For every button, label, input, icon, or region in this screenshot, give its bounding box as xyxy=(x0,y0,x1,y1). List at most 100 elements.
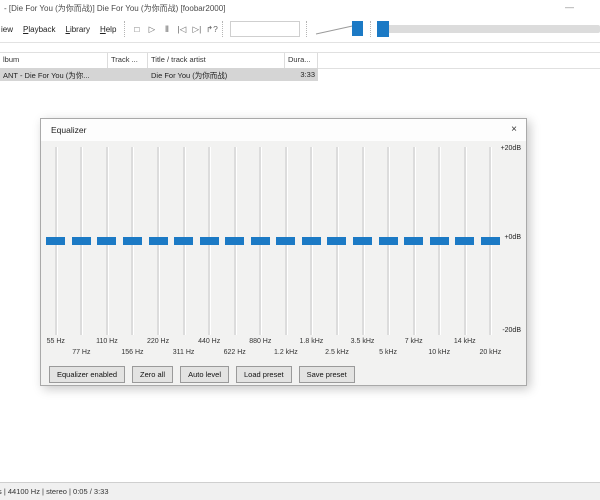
eq-band-label: 10 kHz xyxy=(428,349,450,356)
toolbar-grip xyxy=(222,21,224,37)
equalizer-enabled-button[interactable]: Equalizer enabled xyxy=(49,366,125,383)
close-icon[interactable]: × xyxy=(511,124,517,135)
eq-band-label: 156 Hz xyxy=(121,349,143,356)
eq-slider-10-khz[interactable]: 10 kHz xyxy=(426,147,452,335)
random-button[interactable]: ↱? xyxy=(204,22,219,37)
seekbar-track[interactable] xyxy=(387,25,600,33)
eq-slider-handle[interactable] xyxy=(72,237,91,245)
eq-slider-1-2-khz[interactable]: 1.2 kHz xyxy=(273,147,299,335)
eq-slider-622-hz[interactable]: 622 Hz xyxy=(222,147,248,335)
equalizer-dialog: Equalizer × 55 Hz77 Hz110 Hz156 Hz220 Hz… xyxy=(40,118,527,386)
eq-slider-handle[interactable] xyxy=(174,237,193,245)
eq-slider-handle[interactable] xyxy=(46,237,65,245)
eq-slider-1-8-khz[interactable]: 1.8 kHz xyxy=(299,147,325,335)
playlist-row-selected[interactable]: ANT - Die For You (为你... Die For You (为你而… xyxy=(0,68,318,81)
toolbar-grip xyxy=(124,21,126,37)
eq-slider-handle[interactable] xyxy=(97,237,116,245)
volume-slider[interactable] xyxy=(313,20,367,38)
volume-slider-handle[interactable] xyxy=(352,21,363,36)
menu-bar: iewPlaybackLibraryHelp xyxy=(0,22,121,37)
column-header-dura[interactable]: Dura... xyxy=(285,53,318,68)
window-title: - [Die For You (为你而战)] Die For You (为你而战… xyxy=(4,3,225,14)
eq-slider-handle[interactable] xyxy=(200,237,219,245)
eq-slider-2-5-khz[interactable]: 2.5 kHz xyxy=(324,147,350,335)
eq-slider-156-hz[interactable]: 156 Hz xyxy=(120,147,146,335)
minimize-button[interactable]: — xyxy=(565,2,574,12)
eq-slider-880-hz[interactable]: 880 Hz xyxy=(248,147,274,335)
eq-slider-handle[interactable] xyxy=(455,237,474,245)
eq-slider-55-hz[interactable]: 55 Hz xyxy=(43,147,69,335)
menu-item-library[interactable]: Library xyxy=(60,22,94,37)
eq-slider-7-khz[interactable]: 7 kHz xyxy=(401,147,427,335)
column-header-title-track-artist[interactable]: Title / track artist xyxy=(148,53,285,68)
eq-band-label: 880 Hz xyxy=(249,338,271,345)
eq-slider-handle[interactable] xyxy=(276,237,295,245)
column-header-lbum[interactable]: lbum xyxy=(0,53,108,68)
eq-band-label: 3.5 kHz xyxy=(351,338,375,345)
db-label-plus20: +20dB xyxy=(501,145,521,152)
play-button[interactable]: ▷ xyxy=(144,22,159,37)
playback-toolbar: □▷Ⅱ|◁▷|↱? xyxy=(129,22,219,37)
next-button[interactable]: ▷| xyxy=(189,22,204,37)
eq-slider-handle[interactable] xyxy=(149,237,168,245)
equalizer-dialog-title: Equalizer xyxy=(51,125,86,135)
menu-item-iew[interactable]: iew xyxy=(0,22,18,37)
menu-toolbar-bar: iewPlaybackLibraryHelp □▷Ⅱ|◁▷|↱? xyxy=(0,16,600,43)
db-label-zero: +0dB xyxy=(504,234,521,241)
column-header-track[interactable]: Track ... xyxy=(108,53,148,68)
eq-slider-3-5-khz[interactable]: 3.5 kHz xyxy=(350,147,376,335)
seekbar[interactable] xyxy=(377,20,600,38)
save-preset-button[interactable]: Save preset xyxy=(299,366,355,383)
eq-slider-311-hz[interactable]: 311 Hz xyxy=(171,147,197,335)
foobar2000-window: - [Die For You (为你而战)] Die For You (为你而战… xyxy=(0,0,600,500)
eq-slider-handle[interactable] xyxy=(302,237,321,245)
eq-slider-handle[interactable] xyxy=(225,237,244,245)
title-bar: - [Die For You (为你而战)] Die For You (为你而战… xyxy=(0,0,600,16)
eq-band-label: 110 Hz xyxy=(96,338,118,345)
eq-band-label: 20 kHz xyxy=(479,349,501,356)
pause-button[interactable]: Ⅱ xyxy=(159,22,174,37)
search-input[interactable] xyxy=(230,21,300,37)
eq-band-label: 622 Hz xyxy=(224,349,246,356)
eq-band-label: 1.2 kHz xyxy=(274,349,298,356)
eq-slider-handle[interactable] xyxy=(353,237,372,245)
zero-all-button[interactable]: Zero all xyxy=(132,366,173,383)
row-cell-title: Die For You (为你而战) xyxy=(148,68,285,81)
stop-button[interactable]: □ xyxy=(129,22,144,36)
db-label-minus20: -20dB xyxy=(502,327,521,334)
eq-slider-handle[interactable] xyxy=(327,237,346,245)
auto-level-button[interactable]: Auto level xyxy=(180,366,229,383)
toolbar-grip xyxy=(306,21,308,37)
row-cell-album: ANT - Die For You (为你... xyxy=(0,68,108,81)
eq-slider-handle[interactable] xyxy=(430,237,449,245)
menu-item-help[interactable]: Help xyxy=(95,22,121,37)
eq-slider-220-hz[interactable]: 220 Hz xyxy=(145,147,171,335)
eq-band-label: 440 Hz xyxy=(198,338,220,345)
eq-slider-5-khz[interactable]: 5 kHz xyxy=(375,147,401,335)
eq-slider-handle[interactable] xyxy=(251,237,270,245)
eq-band-label: 77 Hz xyxy=(72,349,90,356)
eq-band-label: 14 kHz xyxy=(454,338,476,345)
menu-item-playback[interactable]: Playback xyxy=(18,22,60,37)
toolbar-grip xyxy=(370,21,372,37)
eq-slider-77-hz[interactable]: 77 Hz xyxy=(69,147,95,335)
eq-slider-440-hz[interactable]: 440 Hz xyxy=(196,147,222,335)
equalizer-dialog-titlebar[interactable]: Equalizer × xyxy=(41,119,526,141)
seekbar-handle[interactable] xyxy=(377,21,389,37)
equalizer-buttons: Equalizer enabled Zero all Auto level Load … xyxy=(49,366,355,383)
eq-slider-20-khz[interactable]: 20 kHz xyxy=(478,147,504,335)
eq-slider-handle[interactable] xyxy=(404,237,423,245)
equalizer-dialog-body: 55 Hz77 Hz110 Hz156 Hz220 Hz311 Hz440 Hz… xyxy=(41,141,526,385)
eq-slider-handle[interactable] xyxy=(481,237,500,245)
previous-button[interactable]: |◁ xyxy=(174,22,189,37)
eq-slider-handle[interactable] xyxy=(379,237,398,245)
eq-band-label: 5 kHz xyxy=(379,349,397,356)
eq-band-label: 55 Hz xyxy=(47,338,65,345)
row-cell-duration: 3:33 xyxy=(285,68,318,81)
load-preset-button[interactable]: Load preset xyxy=(236,366,292,383)
eq-slider-110-hz[interactable]: 110 Hz xyxy=(94,147,120,335)
eq-band-label: 220 Hz xyxy=(147,338,169,345)
eq-slider-handle[interactable] xyxy=(123,237,142,245)
playlist-header: lbumTrack ...Title / track artistDura... xyxy=(0,52,600,69)
eq-slider-14-khz[interactable]: 14 kHz xyxy=(452,147,478,335)
